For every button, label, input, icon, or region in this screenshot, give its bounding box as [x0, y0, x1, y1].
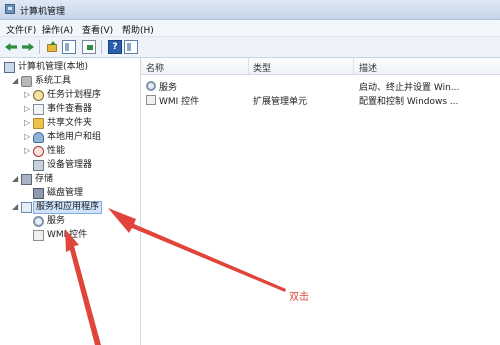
list-cell-type: 扩展管理单元: [253, 97, 308, 107]
services-apps-icon: [21, 202, 32, 213]
tree-item-label: 系统工具: [35, 76, 72, 86]
details-pane: 名称 类型 描述 服务 启动、终止并设置 Win... WMI 控件 扩展管理单…: [141, 58, 500, 345]
tree-item-label: 设备管理器: [47, 160, 93, 170]
list-row-services[interactable]: 服务 启动、终止并设置 Win...: [141, 79, 500, 93]
tree-item-performance[interactable]: ▷ 性能: [24, 145, 138, 158]
tree-item-label: 服务: [47, 216, 66, 226]
expand-arrow-icon[interactable]: ▷: [24, 132, 33, 142]
column-header-name[interactable]: 名称: [146, 61, 164, 74]
column-header-description[interactable]: 描述: [359, 61, 377, 74]
tree-item-device-manager[interactable]: 设备管理器: [24, 159, 138, 172]
computer-management-icon: [5, 4, 15, 14]
clock-icon: [33, 90, 44, 101]
toolbox-icon: [21, 76, 32, 87]
disk-icon: [33, 188, 44, 199]
column-divider[interactable]: [248, 58, 249, 74]
toolbar: ?: [0, 37, 500, 58]
list-row-wmi-control[interactable]: WMI 控件 扩展管理单元 配置和控制 Windows ...: [141, 93, 500, 107]
collapse-arrow-icon[interactable]: ◢: [12, 76, 21, 86]
device-manager-icon: [33, 160, 44, 171]
tree-item-disk-management[interactable]: 磁盘管理: [24, 187, 138, 200]
tree-item-label: 磁盘管理: [47, 188, 84, 198]
tree-item-storage[interactable]: ◢ 存储: [12, 173, 138, 186]
window-title: 计算机管理: [20, 7, 66, 17]
performance-icon: [33, 146, 44, 157]
collapse-arrow-icon[interactable]: ◢: [12, 174, 21, 184]
tree-item-label: 计算机管理(本地): [18, 62, 89, 72]
column-header-type[interactable]: 类型: [253, 61, 271, 74]
console-tree: 计算机管理(本地) ◢ 系统工具 ▷ 任务计划程序 ▷ 事件查看器 ▷ 共享文件…: [0, 58, 141, 345]
computer-icon: [4, 62, 15, 73]
tree-item-label: 性能: [47, 146, 66, 156]
list-cell-description: 配置和控制 Windows ...: [359, 97, 459, 107]
wmi-control-icon: [146, 95, 156, 105]
menu-help[interactable]: 帮助(H): [122, 23, 154, 36]
tree-item-label: 共享文件夹: [47, 118, 93, 128]
tree-item-services[interactable]: 服务: [24, 215, 138, 228]
toolbar-divider: [101, 40, 102, 54]
list-cell-name: WMI 控件: [159, 97, 200, 107]
menu-view[interactable]: 查看(V): [82, 23, 113, 36]
expand-arrow-icon[interactable]: ▷: [24, 118, 33, 128]
expand-arrow-icon[interactable]: ▷: [24, 90, 33, 100]
tree-item-label: 事件查看器: [47, 104, 93, 114]
expand-arrow-icon[interactable]: ▷: [24, 146, 33, 156]
up-one-level-icon[interactable]: [45, 40, 59, 54]
list-cell-description: 启动、终止并设置 Win...: [359, 83, 460, 93]
collapse-arrow-icon[interactable]: ◢: [12, 202, 21, 212]
event-log-icon: [33, 104, 44, 115]
toolbar-divider: [39, 40, 40, 54]
expand-arrow-icon[interactable]: ▷: [24, 104, 33, 114]
annotation-double-click-text: 双击: [289, 292, 309, 303]
column-header-row: 名称 类型 描述: [141, 58, 500, 75]
tree-item-root[interactable]: 计算机管理(本地): [4, 61, 138, 74]
menu-file[interactable]: 文件(F): [6, 23, 36, 36]
wmi-control-icon: [33, 230, 44, 241]
tree-item-task-scheduler[interactable]: ▷ 任务计划程序: [24, 89, 138, 102]
tree-item-label: 任务计划程序: [47, 90, 102, 100]
menu-bar: 文件(F) 操作(A) 查看(V) 帮助(H): [0, 20, 500, 37]
show-action-pane-icon[interactable]: [124, 40, 138, 54]
tree-item-event-viewer[interactable]: ▷ 事件查看器: [24, 103, 138, 116]
column-divider[interactable]: [353, 58, 354, 74]
users-icon: [33, 132, 44, 143]
tree-item-wmi-control[interactable]: WMI 控件: [24, 229, 138, 242]
tree-item-label: 本地用户和组: [47, 132, 102, 142]
export-list-icon[interactable]: [82, 40, 96, 54]
list-cell-name: 服务: [159, 83, 178, 93]
tree-item-services-and-applications[interactable]: ◢ 服务和应用程序: [12, 201, 138, 214]
forward-arrow-icon[interactable]: [21, 40, 35, 54]
menu-action[interactable]: 操作(A): [42, 23, 73, 36]
tree-item-label: WMI 控件: [47, 230, 88, 240]
tree-item-label: 服务和应用程序: [33, 201, 103, 214]
help-icon[interactable]: ?: [108, 40, 122, 54]
back-arrow-icon[interactable]: [4, 40, 18, 54]
tree-item-label: 存储: [35, 174, 54, 184]
storage-icon: [21, 174, 32, 185]
show-console-tree-icon[interactable]: [62, 40, 76, 54]
tree-item-shared-folders[interactable]: ▷ 共享文件夹: [24, 117, 138, 130]
tree-item-local-users[interactable]: ▷ 本地用户和组: [24, 131, 138, 144]
title-bar: 计算机管理: [0, 0, 500, 20]
tree-item-system-tools[interactable]: ◢ 系统工具: [12, 75, 138, 88]
shared-folder-icon: [33, 118, 44, 129]
services-gear-icon: [33, 216, 44, 227]
services-gear-icon: [146, 81, 156, 91]
